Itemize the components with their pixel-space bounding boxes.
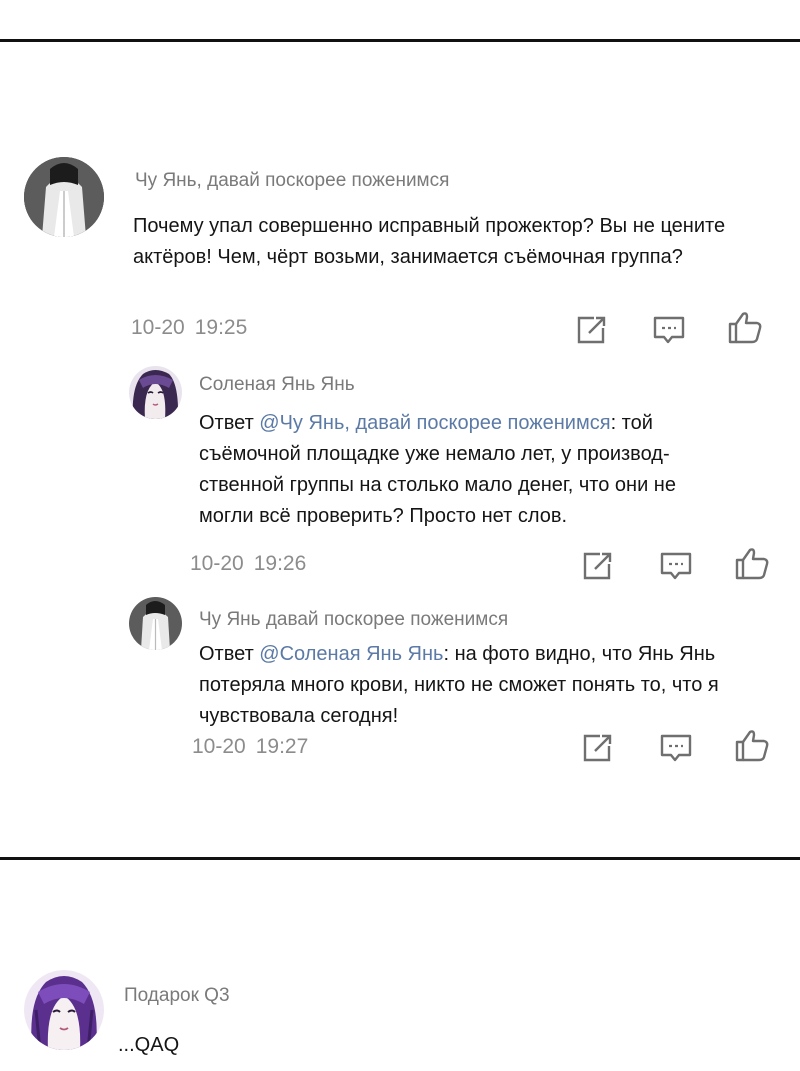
reply-text: Ответ @Чу Янь, давай поскорее поженимся:… [199, 408, 719, 532]
reply-username[interactable]: Соленая Янь Янь [199, 374, 355, 396]
reply-mention[interactable]: @Чу Янь, давай поскорее поженимся [259, 412, 610, 434]
comment-text: ...QAQ [118, 1034, 180, 1056]
like-button[interactable] [734, 728, 770, 762]
share-button[interactable] [574, 313, 610, 347]
avatar-purple-hair-icon [129, 366, 182, 419]
comment-text: Почему упал совершенно исправный прожект… [133, 215, 726, 268]
reply-prefix: Ответ [199, 643, 260, 665]
avatar-solenaya[interactable] [129, 366, 182, 419]
avatar-white-shirt-icon [129, 597, 182, 650]
avatar-chu-yan[interactable] [24, 157, 104, 237]
reply-text: Ответ @Соленая Янь Янь: на фото видно, ч… [199, 639, 719, 732]
share-icon [577, 316, 606, 344]
reply-time: 19:26 [253, 552, 307, 575]
reply-username[interactable]: Чу Янь давай поскорее поженимся [199, 609, 508, 631]
comment-timestamp: 10-20 19:25 [131, 316, 247, 340]
avatar-chu-yan-reply[interactable] [129, 597, 182, 650]
comment-time: 19:25 [194, 316, 248, 339]
share-icon [583, 552, 612, 580]
comment-icon [660, 552, 692, 580]
comment-date: 10-20 [131, 316, 185, 339]
reply-time: 19:27 [255, 735, 309, 758]
reply-button[interactable] [651, 313, 687, 347]
avatar-white-shirt-icon [24, 157, 104, 237]
reply-timestamp: 10-20 19:27 [192, 735, 308, 759]
like-icon [735, 548, 769, 580]
comment-icon [660, 734, 692, 762]
reply-button[interactable] [658, 731, 694, 765]
reply-date: 10-20 [190, 552, 244, 575]
reply-timestamp: 10-20 19:26 [190, 552, 306, 576]
share-button[interactable] [580, 731, 616, 765]
like-icon [735, 730, 769, 762]
share-button[interactable] [580, 549, 616, 583]
like-button[interactable] [734, 546, 770, 580]
comment-username[interactable]: Чу Янь, давай поскорее поженимся [135, 170, 449, 192]
comment-icon [653, 316, 685, 344]
like-icon [728, 312, 762, 344]
reply-prefix: Ответ [199, 412, 260, 434]
like-button[interactable] [727, 310, 763, 344]
bottom-divider [0, 857, 800, 860]
reply-mention[interactable]: @Соленая Янь Янь [259, 643, 443, 665]
reply-button[interactable] [658, 549, 694, 583]
avatar-purple-long-hair-icon [24, 970, 104, 1050]
avatar-podarok[interactable] [24, 970, 104, 1050]
top-divider [0, 39, 800, 42]
share-icon [583, 734, 612, 762]
reply-date: 10-20 [192, 735, 246, 758]
comment-username[interactable]: Подарок Q3 [124, 985, 230, 1007]
